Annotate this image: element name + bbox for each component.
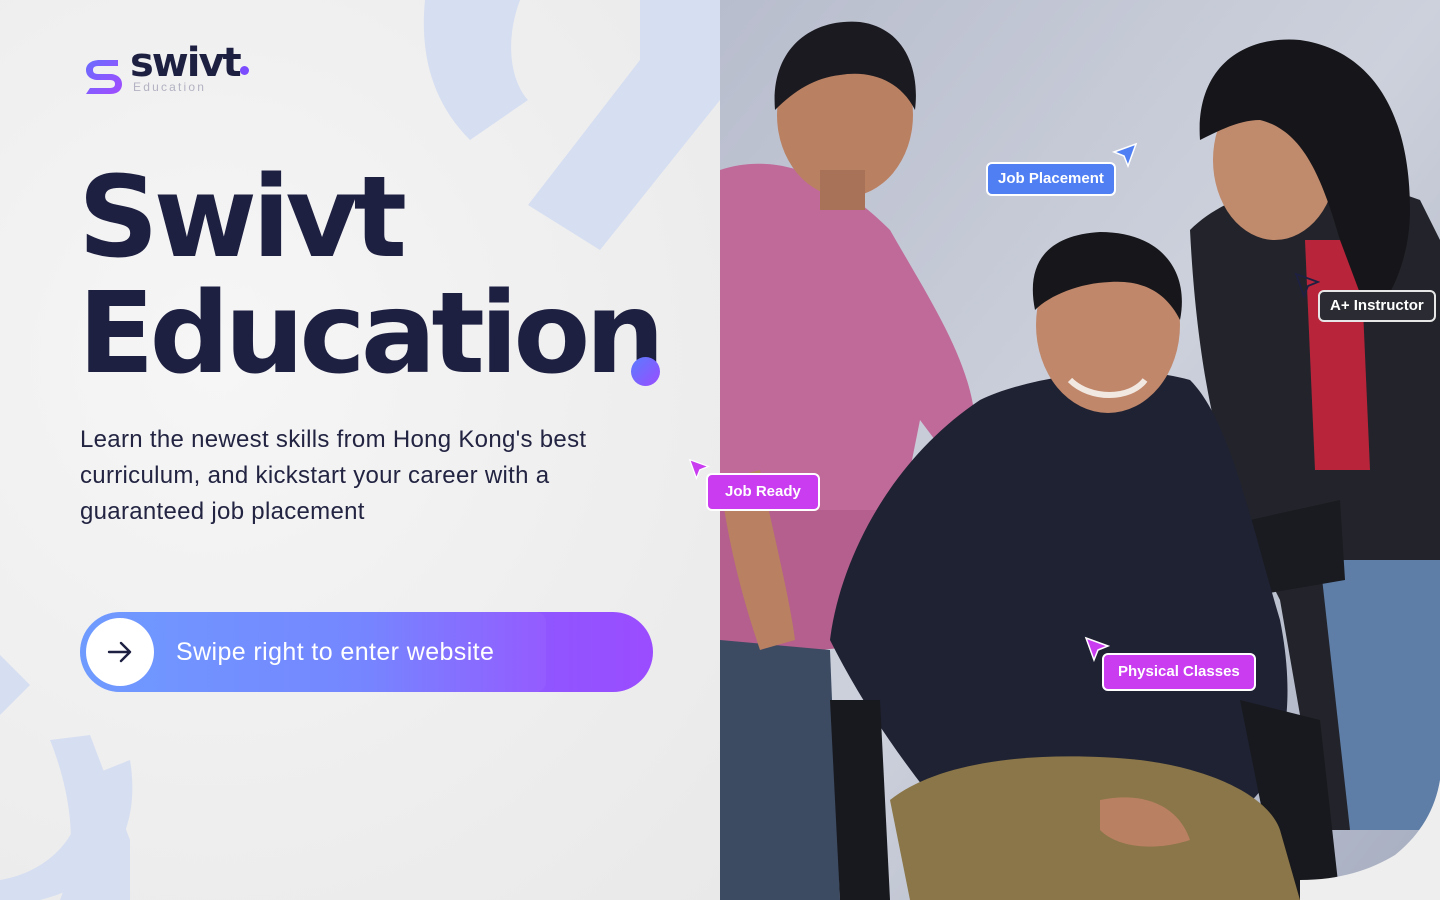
brand-logo[interactable]: swivt Education (84, 40, 254, 98)
slider-label: Swipe right to enter website (176, 638, 495, 666)
hero-photo: Job Placement A+ Instructor Physical Cla… (720, 0, 1440, 900)
title-dot (631, 357, 660, 386)
hero-subtitle: Learn the newest skills from Hong Kong's… (80, 426, 587, 525)
swivt-logo-icon (86, 60, 122, 94)
intro-panel: swivt Education Swivt Education Learn th… (0, 0, 720, 900)
page-title: Swivt Education (78, 153, 665, 399)
brand-dot (240, 66, 249, 75)
tag-physical-classes: Physical Classes (1102, 653, 1256, 691)
tag-job-placement: Job Placement (986, 162, 1116, 196)
students-photo (720, 0, 1440, 900)
slider-handle[interactable] (86, 618, 154, 686)
brand-tagline: Education (133, 80, 207, 94)
cursor-icon-instructor (1294, 272, 1320, 298)
decorative-corner-curve (1300, 780, 1440, 900)
tag-job-ready: Job Ready (706, 473, 820, 511)
title-line-2: Education (78, 269, 665, 399)
title-line-1: Swivt (78, 153, 407, 283)
cursor-icon-job-placement (1112, 142, 1138, 168)
swipe-to-enter-slider[interactable]: Swipe right to enter website (80, 612, 653, 692)
tag-instructor: A+ Instructor (1318, 290, 1436, 322)
arrow-right-icon (107, 641, 132, 663)
